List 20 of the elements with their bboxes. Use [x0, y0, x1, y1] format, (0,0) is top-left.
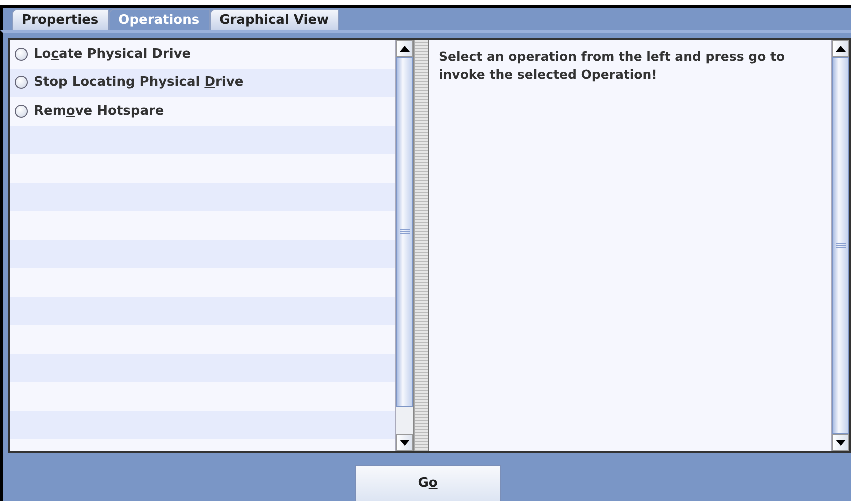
radio-button[interactable] — [15, 104, 28, 118]
up-arrow-icon — [400, 46, 410, 52]
radio-button[interactable] — [15, 76, 28, 90]
scroll-up-button[interactable] — [832, 40, 849, 57]
grip-icon — [400, 229, 410, 235]
splitter-handle[interactable] — [414, 40, 429, 451]
scrollbar[interactable] — [395, 40, 413, 451]
tab[interactable]: Graphical View — [210, 9, 340, 30]
tab[interactable]: Properties — [12, 9, 109, 30]
scroll-down-button[interactable] — [832, 434, 849, 451]
grip-icon — [836, 242, 846, 248]
radio-button[interactable] — [15, 48, 28, 61]
go-button[interactable]: Go — [355, 465, 501, 501]
down-arrow-icon — [836, 440, 846, 446]
description-text: Select an operation from the left and press go to invoke the selected Operation! — [439, 48, 786, 84]
scroll-down-button[interactable] — [396, 434, 413, 451]
up-arrow-icon — [836, 46, 846, 52]
scroll-thumb[interactable] — [396, 57, 413, 407]
down-arrow-icon — [400, 440, 410, 446]
scroll-up-button[interactable] — [396, 40, 413, 57]
